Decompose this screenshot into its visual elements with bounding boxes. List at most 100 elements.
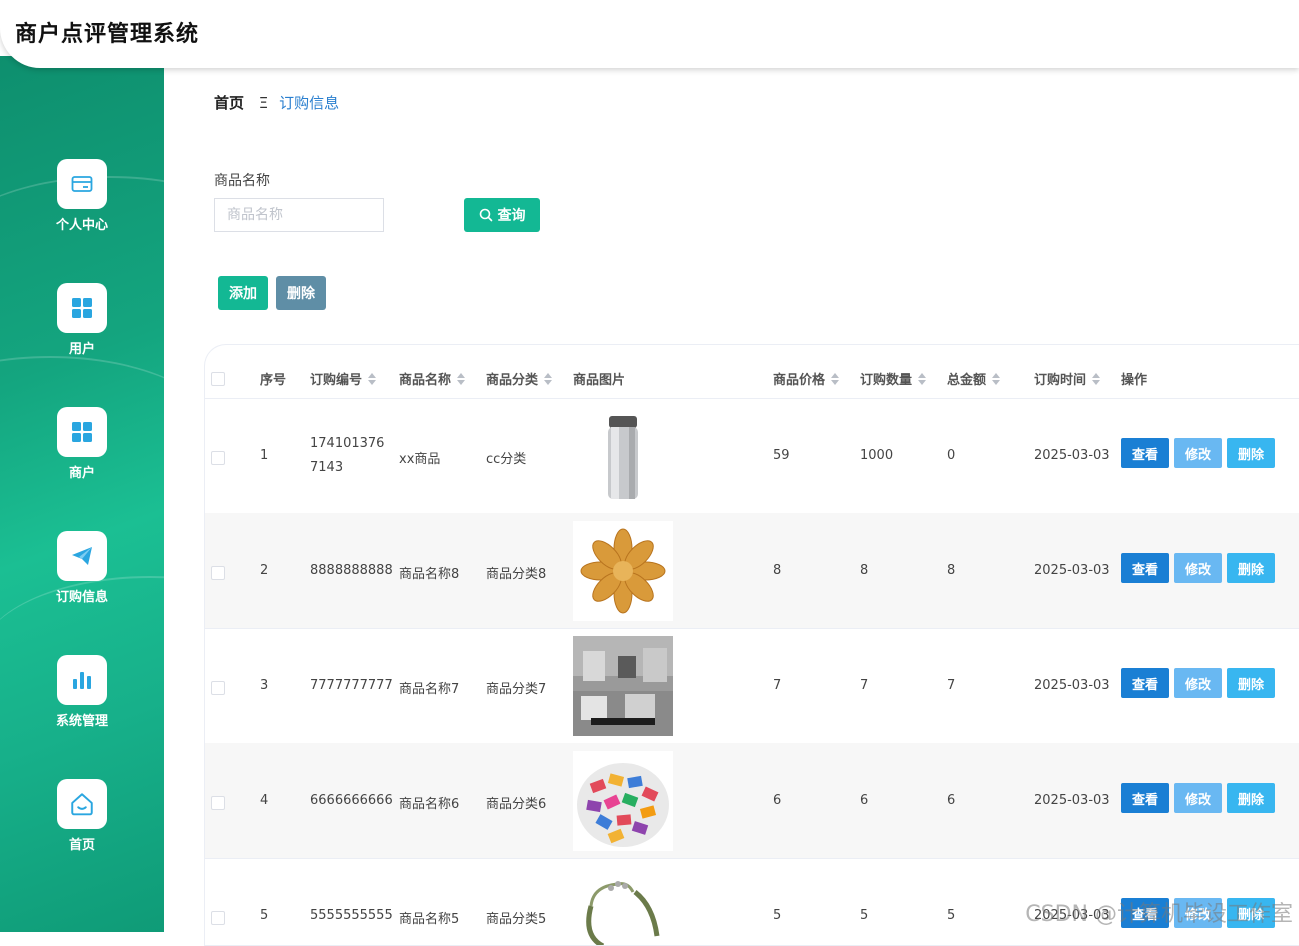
column-header-category[interactable]: 商品分类 — [486, 369, 553, 388]
cell-price: 7 — [773, 678, 782, 693]
cell-quantity: 6 — [860, 793, 869, 808]
sidebar-item-label: 商户 — [68, 466, 95, 481]
column-header-order-no[interactable]: 订购编号 — [310, 369, 377, 388]
search-icon — [479, 208, 492, 222]
orders-table: 序号 订购编号 商品名称 商品分类 商品图片 商品价格 订购数量 总金额 订购时… — [204, 344, 1299, 946]
cell-total: 5 — [947, 908, 956, 923]
cell-order-no: 6666666666 — [310, 793, 393, 808]
home-icon — [57, 779, 107, 829]
cell-category: 商品分类8 — [486, 567, 547, 582]
column-header-name[interactable]: 商品名称 — [399, 369, 466, 388]
select-all-checkbox[interactable] — [211, 372, 225, 386]
cell-name: 商品名称6 — [399, 797, 460, 812]
cell-index: 1 — [260, 448, 269, 463]
row-checkbox[interactable] — [211, 911, 225, 925]
sidebar-item-merchants[interactable]: 商户 — [0, 407, 164, 481]
cell-total: 6 — [947, 793, 956, 808]
cell-index: 3 — [260, 678, 269, 693]
sort-icon[interactable] — [992, 372, 1001, 385]
delete-button[interactable]: 删除 — [1227, 668, 1275, 698]
column-header-time[interactable]: 订购时间 — [1034, 369, 1101, 388]
edit-button[interactable]: 修改 — [1174, 438, 1222, 468]
sidebar-item-label: 用户 — [68, 342, 95, 357]
edit-button[interactable]: 修改 — [1174, 553, 1222, 583]
app-header: 商户点评管理系统 — [0, 0, 1299, 68]
column-header-price[interactable]: 商品价格 — [773, 369, 840, 388]
row-checkbox[interactable] — [211, 451, 225, 465]
cell-quantity: 5 — [860, 908, 869, 923]
column-header-quantity[interactable]: 订购数量 — [860, 369, 927, 388]
cell-order-no: 7777777777 — [310, 678, 393, 693]
column-header-total[interactable]: 总金额 — [947, 369, 1001, 388]
add-button[interactable]: 添加 — [218, 276, 268, 310]
table-row: 2 8888888888 商品名称8 商品分类8 8 8 8 2025-03-0… — [205, 513, 1299, 629]
delete-button[interactable]: 删除 — [1227, 783, 1275, 813]
cell-total: 0 — [947, 448, 956, 463]
cell-total: 8 — [947, 563, 956, 578]
bar-chart-icon — [57, 655, 107, 705]
sidebar-item-profile[interactable]: 个人中心 — [0, 159, 164, 233]
cell-order-no: 1741013767143 — [310, 436, 385, 475]
product-image — [573, 866, 673, 945]
edit-button[interactable]: 修改 — [1174, 668, 1222, 698]
delete-button[interactable]: 删除 — [1227, 553, 1275, 583]
view-button[interactable]: 查看 — [1121, 668, 1169, 698]
cell-quantity: 1000 — [860, 448, 894, 463]
search-label: 商品名称 — [214, 173, 270, 189]
table-row: 3 7777777777 商品名称7 商品分类7 7 7 7 2025-03-0… — [205, 628, 1299, 744]
cell-category: 商品分类6 — [486, 797, 547, 812]
breadcrumb: 首页 Ξ 订购信息 — [214, 92, 339, 113]
table-header: 序号 订购编号 商品名称 商品分类 商品图片 商品价格 订购数量 总金额 订购时… — [205, 345, 1299, 399]
row-checkbox[interactable] — [211, 796, 225, 810]
view-button[interactable]: 查看 — [1121, 553, 1169, 583]
edit-button[interactable]: 修改 — [1174, 783, 1222, 813]
cell-time: 2025-03-03 — [1034, 448, 1110, 463]
breadcrumb-separator: Ξ — [258, 94, 269, 112]
product-image — [573, 636, 673, 736]
view-button[interactable]: 查看 — [1121, 438, 1169, 468]
cell-name: xx商品 — [399, 452, 441, 467]
query-button[interactable]: 查询 — [464, 198, 540, 232]
query-button-label: 查询 — [497, 207, 526, 223]
cell-index: 2 — [260, 563, 269, 578]
sidebar-item-label: 个人中心 — [55, 218, 108, 233]
sidebar-item-orders[interactable]: 订购信息 — [0, 531, 164, 605]
sort-icon[interactable] — [544, 372, 553, 385]
watermark: CSDN @计算机毕设工作室 — [1025, 902, 1293, 927]
sidebar-item-users[interactable]: 用户 — [0, 283, 164, 357]
cell-order-no: 8888888888 — [310, 563, 393, 578]
sidebar-item-home[interactable]: 首页 — [0, 779, 164, 853]
view-button[interactable]: 查看 — [1121, 783, 1169, 813]
cell-name: 商品名称8 — [399, 567, 460, 582]
breadcrumb-home[interactable]: 首页 — [214, 94, 244, 112]
batch-delete-button[interactable]: 删除 — [276, 276, 326, 310]
cell-category: 商品分类5 — [486, 912, 547, 927]
cell-category: cc分类 — [486, 452, 527, 467]
paper-plane-icon — [57, 531, 107, 581]
cell-price: 5 — [773, 908, 782, 923]
cell-index: 5 — [260, 908, 269, 923]
table-row: 1 1741013767143 xx商品 cc分类 59 1000 0 2025… — [205, 398, 1299, 514]
column-header-image: 商品图片 — [573, 373, 626, 388]
cell-price: 59 — [773, 448, 790, 463]
column-header-index: 序号 — [260, 373, 287, 388]
cell-name: 商品名称7 — [399, 682, 460, 697]
sidebar-item-system[interactable]: 系统管理 — [0, 655, 164, 729]
sort-icon[interactable] — [368, 372, 377, 385]
row-checkbox[interactable] — [211, 566, 225, 580]
search-input[interactable] — [214, 198, 384, 232]
grid-icon — [57, 407, 107, 457]
cell-time: 2025-03-03 — [1034, 678, 1110, 693]
sort-icon[interactable] — [457, 372, 466, 385]
breadcrumb-current: 订购信息 — [279, 94, 340, 112]
row-checkbox[interactable] — [211, 681, 225, 695]
sort-icon[interactable] — [831, 372, 840, 385]
sort-icon[interactable] — [918, 372, 927, 385]
cell-price: 8 — [773, 563, 782, 578]
card-icon — [57, 159, 107, 209]
delete-button[interactable]: 删除 — [1227, 438, 1275, 468]
cell-quantity: 8 — [860, 563, 869, 578]
sort-icon[interactable] — [1092, 372, 1101, 385]
cell-quantity: 7 — [860, 678, 869, 693]
main-content: 首页 Ξ 订购信息 商品名称 查询 添加 删除 序号 订购编号 商品名称 商品分… — [164, 68, 1299, 946]
